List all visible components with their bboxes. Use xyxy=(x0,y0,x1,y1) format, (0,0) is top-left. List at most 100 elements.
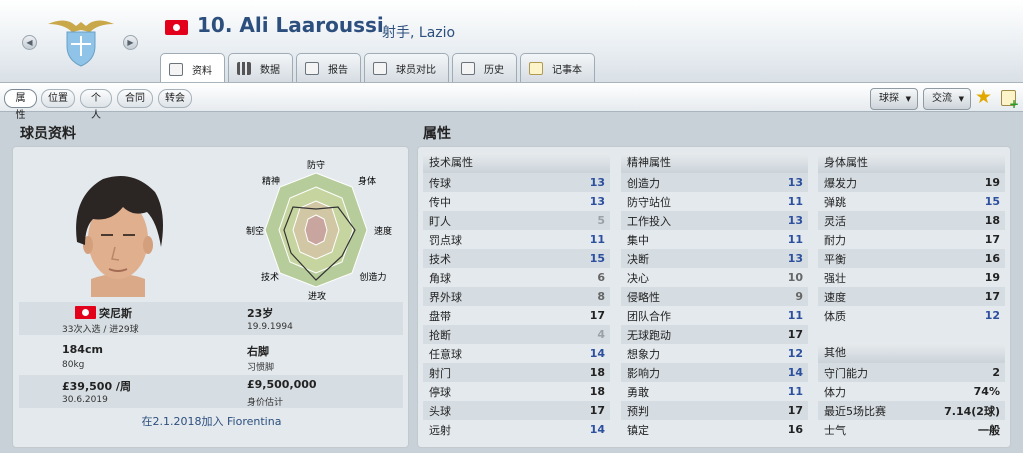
attribute-name: 平衡 xyxy=(824,252,846,266)
tab-notebook[interactable]: 记事本 xyxy=(520,53,595,83)
report-icon xyxy=(305,62,319,75)
attribute-row: 远射 14 xyxy=(423,420,610,439)
other-header: 其他 xyxy=(818,343,1005,363)
other-block: 其他 守门能力 2 体力 74% 最近5场比赛 7.14(2球) 士气 一般 xyxy=(818,343,1005,439)
radar-label: 制空 xyxy=(246,225,264,237)
attribute-row: 守门能力 2 xyxy=(818,363,1005,382)
attribute-name: 盘带 xyxy=(429,309,451,323)
chevron-down-icon: ▼ xyxy=(905,95,911,103)
player-face xyxy=(76,175,163,297)
attribute-name: 决断 xyxy=(627,252,649,266)
scout-dropdown[interactable]: 球探 ▼ xyxy=(870,88,918,110)
chevron-down-icon: ▼ xyxy=(958,95,964,103)
attribute-value: 17 xyxy=(984,290,1000,303)
forward-arrow-icon[interactable]: ▶ xyxy=(123,35,138,50)
attribute-value: 11 xyxy=(787,195,803,208)
add-note-icon[interactable] xyxy=(1001,90,1019,111)
attribute-name: 传球 xyxy=(429,176,451,190)
attribute-name: 想象力 xyxy=(627,347,660,361)
attribute-value: 18 xyxy=(589,385,605,398)
attribute-row: 抢断 4 xyxy=(423,325,610,344)
attribute-value: 74% xyxy=(973,385,1000,398)
attribute-name: 勇敢 xyxy=(627,385,649,399)
wage: £39,500 /周 xyxy=(62,380,131,393)
info-row-physique: 184cm 80kg 右脚 习惯脚 xyxy=(19,339,403,373)
scout-label: 球探 xyxy=(879,93,899,104)
star-icon[interactable]: ★ xyxy=(975,86,992,108)
club-logo xyxy=(48,20,114,67)
attribute-value: 15 xyxy=(984,195,1000,208)
attribute-name: 集中 xyxy=(627,233,649,247)
caps-goals: 33次入选 / 进29球 xyxy=(62,325,139,335)
info-row-nationality: 突尼斯 33次入选 / 进29球 23岁 19.9.1994 xyxy=(19,302,403,335)
attribute-name: 体力 xyxy=(824,385,846,399)
attribute-value: 14 xyxy=(589,423,605,436)
subtab-attributes[interactable]: 属性 xyxy=(4,89,37,121)
interact-dropdown[interactable]: 交流 ▼ xyxy=(923,88,971,110)
attribute-row: 工作投入 13 xyxy=(621,211,808,230)
attribute-value: 19 xyxy=(984,271,1000,284)
back-arrow-icon[interactable]: ◀ xyxy=(22,35,37,50)
tab-label: 球员对比 xyxy=(396,65,436,76)
subtab-contract[interactable]: 合同 xyxy=(117,89,153,108)
attribute-value: 4 xyxy=(597,328,605,341)
attribute-row: 体力 74% xyxy=(818,382,1005,401)
attribute-name: 无球跑动 xyxy=(627,328,671,342)
compare-icon xyxy=(373,62,387,75)
attributes-panel: 技术属性 传球 13 传中 13 盯人 5 罚点球 11 技术 15 角球 6 界外球 8 盘带 17 抢断 4 任… xyxy=(417,146,1011,448)
attribute-radar-chart: 防守 身体 速度 创造力 进攻 技术 制空 精神 xyxy=(246,159,392,302)
tab-stats[interactable]: 数据 xyxy=(228,53,293,83)
attribute-name: 罚点球 xyxy=(429,233,462,247)
attribute-row: 勇敢 11 xyxy=(621,382,808,401)
attribute-value: 11 xyxy=(787,385,803,398)
attribute-value: 11 xyxy=(589,233,605,246)
attribute-name: 界外球 xyxy=(429,290,462,304)
subtab-positions[interactable]: 位置 xyxy=(41,89,75,108)
subtab-personal[interactable]: 个人 xyxy=(80,89,112,121)
tab-report[interactable]: 报告 xyxy=(296,53,361,83)
attribute-name: 爆发力 xyxy=(824,176,857,190)
attribute-value: 17 xyxy=(787,404,803,417)
player-position-club: 射手, Lazio xyxy=(382,25,456,41)
attribute-name: 速度 xyxy=(824,290,846,304)
sub-toolbar: 属性 位置 个人 合同 转会 球探 ▼ 交流 ▼ xyxy=(0,82,1023,121)
attribute-name: 决心 xyxy=(627,271,649,285)
history-icon xyxy=(461,62,475,75)
mental-column: 精神属性 创造力 13 防守站位 11 工作投入 13 集中 11 决断 13 决心 10 侵略性 9 团队… xyxy=(621,153,808,439)
header-bar: ◀ ▶ 10. Ali Laaroussi 射手, Lazio 资料 数据 报告… xyxy=(0,0,1023,84)
value-label: 身价估计 xyxy=(247,398,284,408)
physical-header: 身体属性 xyxy=(818,153,1005,173)
tab-history[interactable]: 历史 xyxy=(452,53,517,83)
attribute-value: 一般 xyxy=(978,423,1000,437)
attribute-row: 传球 13 xyxy=(423,173,610,192)
attribute-value: 15 xyxy=(589,252,605,265)
tab-label: 历史 xyxy=(484,65,504,76)
attribute-row: 头球 17 xyxy=(423,401,610,420)
tab-label: 资料 xyxy=(192,65,212,77)
tab-compare[interactable]: 球员对比 xyxy=(364,53,449,83)
attribute-name: 影响力 xyxy=(627,366,660,380)
attribute-value: 17 xyxy=(589,309,605,322)
attribute-row: 停球 18 xyxy=(423,382,610,401)
attribute-value: 12 xyxy=(984,309,1000,322)
attribute-name: 预判 xyxy=(627,404,649,418)
physical-rows: 爆发力 19 弹跳 15 灵活 18 耐力 17 平衡 16 强壮 19 速度 17 体质 12 xyxy=(818,173,1005,325)
date-of-birth: 19.9.1994 xyxy=(247,322,293,332)
attribute-value: 13 xyxy=(787,176,803,189)
attribute-name: 侵略性 xyxy=(627,290,660,304)
tab-profile[interactable]: 资料 xyxy=(160,53,225,84)
attribute-row: 决断 13 xyxy=(621,249,808,268)
other-rows: 守门能力 2 体力 74% 最近5场比赛 7.14(2球) 士气 一般 xyxy=(818,363,1005,439)
attribute-row: 弹跳 15 xyxy=(818,192,1005,211)
attribute-row: 侵略性 9 xyxy=(621,287,808,306)
profile-icon xyxy=(169,62,183,76)
attribute-value: 17 xyxy=(589,404,605,417)
attribute-value: 8 xyxy=(597,290,605,303)
attribute-row: 影响力 14 xyxy=(621,363,808,382)
subtab-transfer[interactable]: 转会 xyxy=(158,89,192,108)
technical-column: 技术属性 传球 13 传中 13 盯人 5 罚点球 11 技术 15 角球 6 界外球 8 盘带 17 抢断 4 任… xyxy=(423,153,610,439)
attribute-value: 6 xyxy=(597,271,605,284)
attribute-name: 弹跳 xyxy=(824,195,846,209)
attribute-row: 角球 6 xyxy=(423,268,610,287)
attribute-row: 界外球 8 xyxy=(423,287,610,306)
